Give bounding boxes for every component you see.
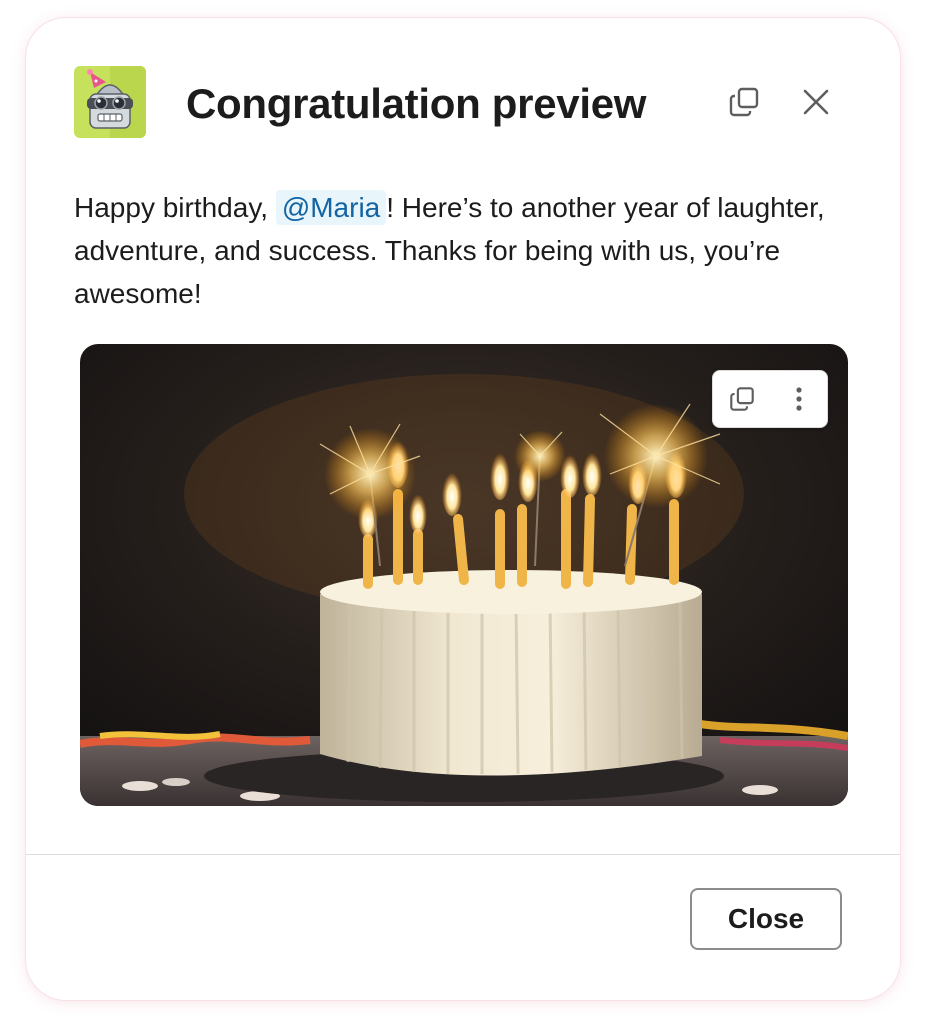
robot-party-hat-icon: [74, 66, 146, 138]
copy-icon: [729, 387, 754, 411]
birthday-cake-image: [80, 344, 848, 806]
message-prefix: Happy birthday,: [74, 192, 276, 223]
more-vertical-icon: [795, 387, 802, 411]
dialog-title: Congratulation preview: [186, 80, 647, 127]
image-copy-button[interactable]: [720, 377, 764, 421]
image-more-button[interactable]: [777, 377, 821, 421]
congratulation-dialog: Congratulation preview Happy birthday, @…: [26, 18, 900, 1000]
close-icon-button[interactable]: [794, 80, 838, 124]
copy-button[interactable]: [722, 80, 766, 124]
copy-icon: [729, 87, 759, 117]
footer-divider: [26, 854, 900, 855]
close-button[interactable]: Close: [690, 888, 842, 950]
congratulation-message: Happy birthday, @Maria! Here’s to anothe…: [74, 186, 864, 315]
close-icon: [803, 89, 829, 115]
image-toolbar: [712, 370, 828, 428]
user-mention[interactable]: @Maria: [275, 190, 387, 225]
